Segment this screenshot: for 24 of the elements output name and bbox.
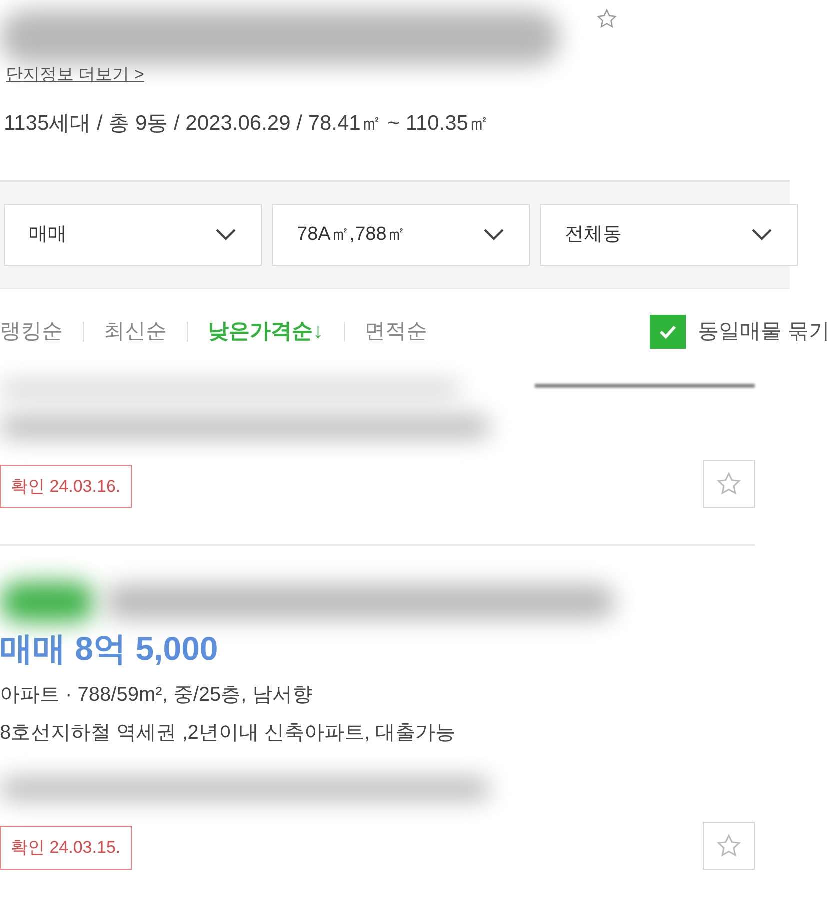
filter-dropdown[interactable]: 전체동 bbox=[540, 204, 798, 266]
filter-dropdown[interactable]: 매매 bbox=[4, 204, 262, 266]
favorite-button[interactable] bbox=[703, 460, 755, 508]
complex-info-link[interactable]: 단지정보 더보기 > bbox=[6, 62, 144, 88]
filter-dropdown[interactable]: 78A㎡,788㎡ bbox=[272, 204, 530, 266]
star-icon[interactable] bbox=[596, 8, 618, 30]
check-icon bbox=[658, 324, 678, 340]
group-checkbox-label: 동일매물 묶기 bbox=[698, 318, 827, 345]
sort-tab[interactable]: 면적순 bbox=[364, 316, 428, 348]
listing-description: 8호선지하철 역세권 ,2년이내 신축아파트, 대출가능 bbox=[0, 720, 457, 746]
chevron-down-icon bbox=[215, 228, 237, 242]
confirmed-date-badge: 확인 24.03.16. bbox=[0, 464, 132, 508]
favorite-button[interactable] bbox=[703, 822, 755, 870]
star-icon bbox=[716, 471, 742, 497]
group-checkbox[interactable] bbox=[650, 314, 686, 348]
sort-tab[interactable]: 최신순 bbox=[104, 316, 167, 348]
listing-details: 아파트 · 788/59m², 중/25층, 남서향 bbox=[0, 682, 314, 708]
star-icon bbox=[716, 832, 742, 858]
complex-summary: 1135세대 / 총 9동 / 2023.06.29 / 78.41㎡ ~ 110.35㎡ bbox=[4, 111, 490, 137]
chevron-down-icon bbox=[483, 228, 505, 242]
confirmed-date-badge: 확인 24.03.15. bbox=[0, 826, 132, 870]
chevron-down-icon bbox=[751, 228, 773, 242]
listing-price: 매매 8억 5,000 bbox=[0, 629, 220, 669]
sort-tab[interactable]: 랭킹순 bbox=[0, 316, 63, 348]
